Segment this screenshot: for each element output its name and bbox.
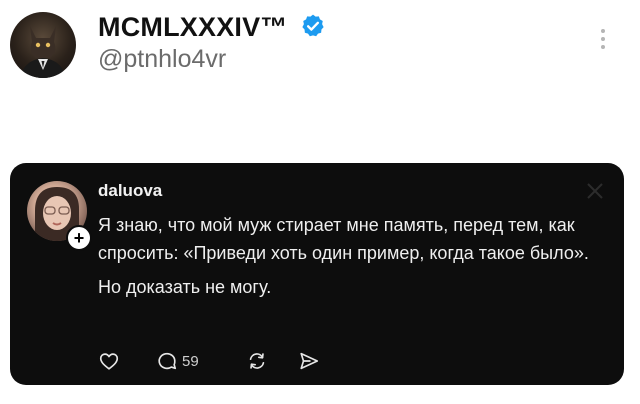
display-name[interactable]: MCMLXXXIV™ (98, 12, 288, 43)
post-actions: 59 (98, 349, 358, 373)
repost-icon (249, 353, 265, 369)
post-paragraph: Но доказать не могу. (98, 277, 272, 297)
share-button[interactable] (298, 349, 320, 373)
tweet-header: MCMLXXXIV™ @ptnhlo4vr (0, 0, 640, 100)
post-body: Я знаю, что мой муж стирает мне память, … (98, 211, 608, 301)
verified-badge-icon (302, 14, 324, 37)
comment-icon (158, 352, 177, 370)
watermark-icon (587, 183, 603, 199)
post-paragraph: Я знаю, что мой муж стирает мне память, … (98, 215, 589, 263)
reply-count: 59 (182, 352, 199, 370)
user-handle[interactable]: @ptnhlo4vr (98, 45, 226, 74)
embedded-post-card: + daluova Я знаю, что мой муж стирает мн… (10, 163, 624, 385)
send-icon (300, 352, 319, 370)
reply-button[interactable]: 59 (156, 349, 199, 373)
more-options-icon[interactable] (595, 25, 611, 53)
repost-button[interactable] (246, 349, 268, 373)
follow-plus-icon[interactable]: + (66, 225, 92, 251)
post-username[interactable]: daluova (98, 181, 162, 201)
heart-icon (99, 353, 119, 370)
profile-avatar[interactable] (10, 12, 76, 78)
like-button[interactable] (98, 349, 120, 373)
